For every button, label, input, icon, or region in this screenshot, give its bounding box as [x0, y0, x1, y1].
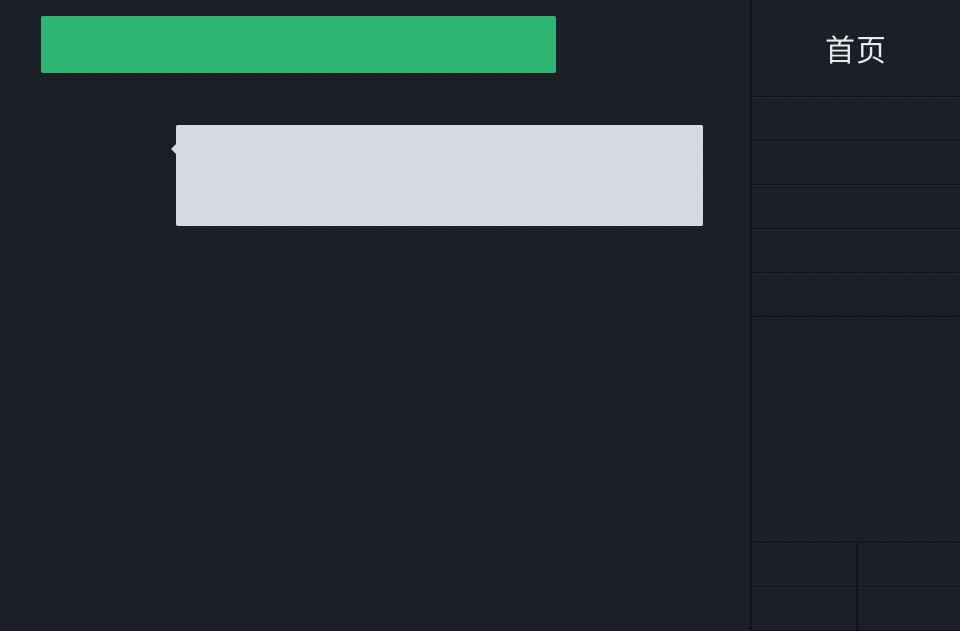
side-panel: 首页	[750, 0, 960, 631]
received-message-bubble[interactable]	[176, 125, 703, 226]
side-menu-item[interactable]	[752, 229, 960, 273]
side-menu-item[interactable]	[752, 141, 960, 185]
side-menu-item[interactable]	[752, 185, 960, 229]
side-menu-item[interactable]	[752, 273, 960, 317]
side-panel-empty-area	[752, 317, 960, 543]
grid-cell[interactable]	[858, 587, 960, 631]
sent-message-bubble[interactable]	[41, 16, 556, 73]
grid-cell[interactable]	[858, 543, 960, 587]
grid-cell[interactable]	[752, 543, 858, 587]
main-area	[0, 0, 750, 630]
side-panel-title[interactable]: 首页	[752, 0, 960, 97]
side-menu-item[interactable]	[752, 97, 960, 141]
grid-cell[interactable]	[752, 587, 858, 631]
